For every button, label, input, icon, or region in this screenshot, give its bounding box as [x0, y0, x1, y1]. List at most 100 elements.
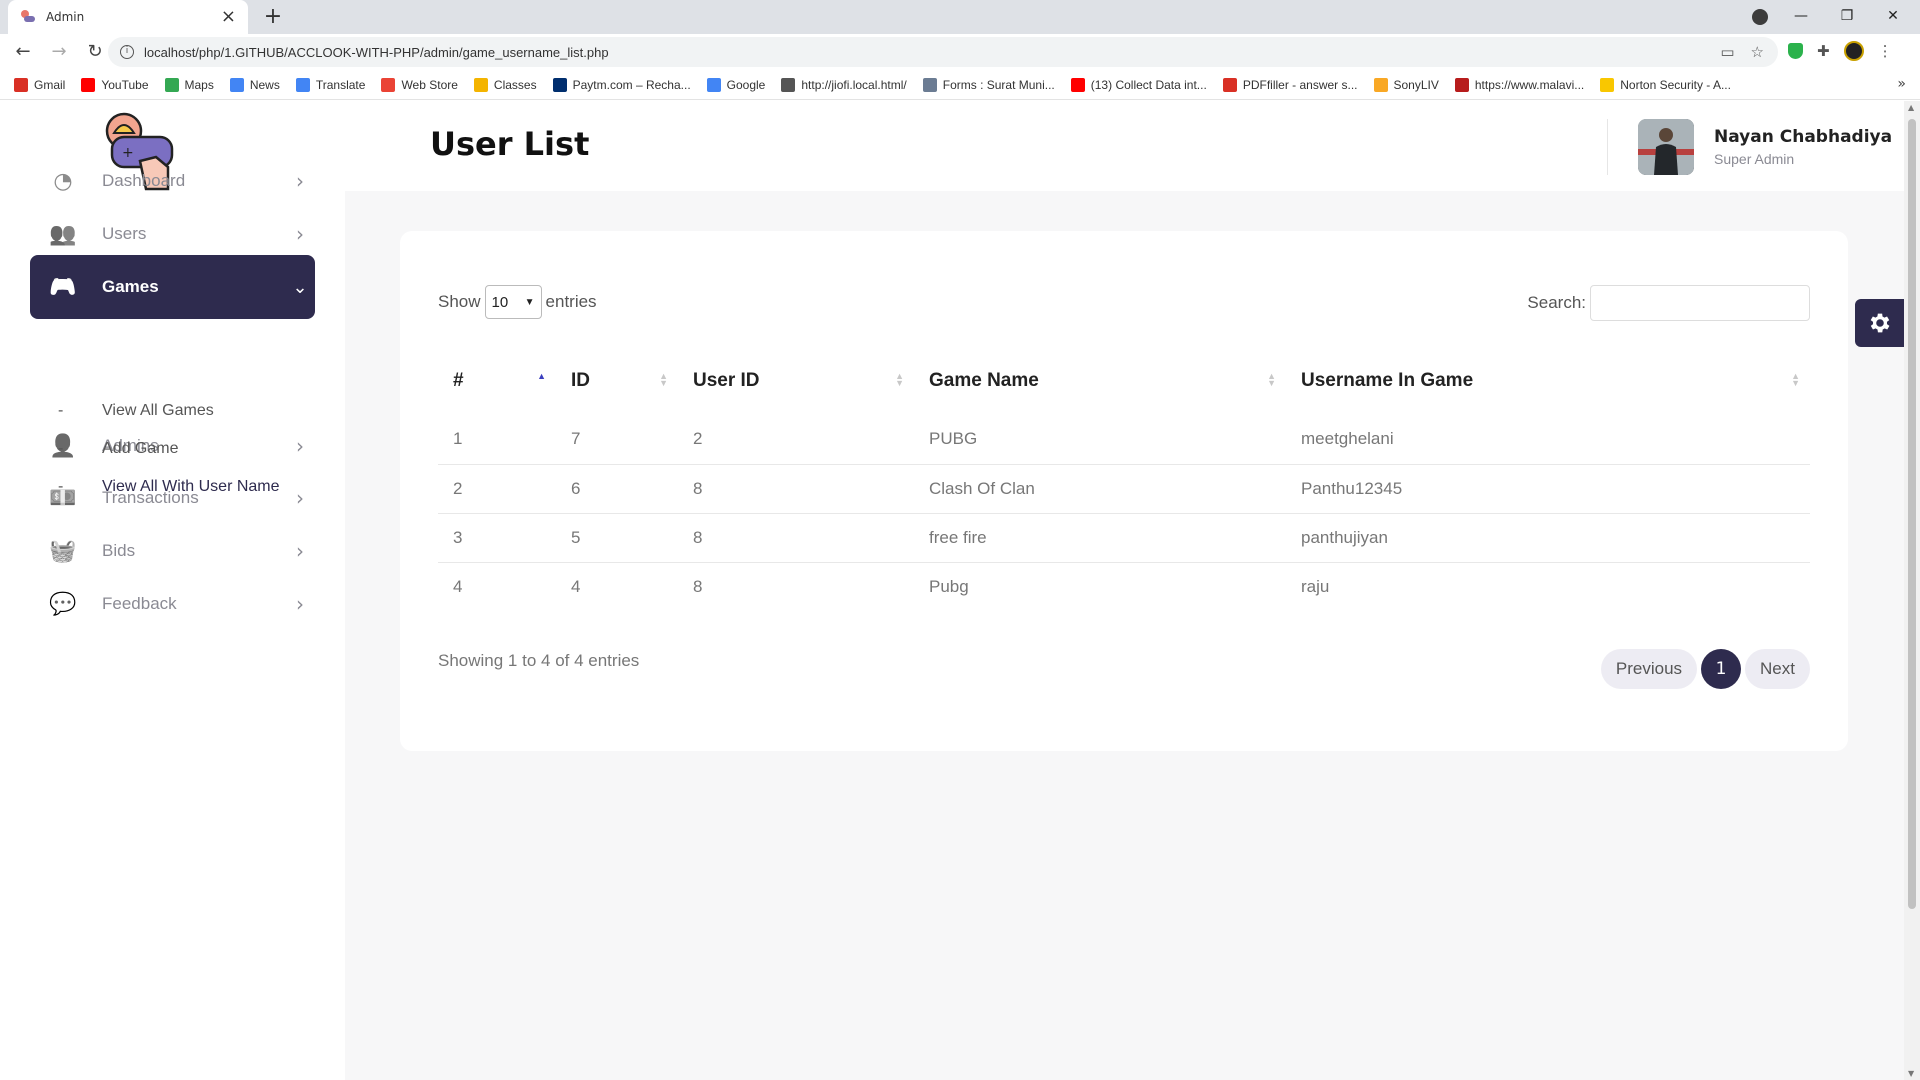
omnibox[interactable]: i localhost/php/1.GITHUB/ACCLOOK-WITH-PH… [108, 37, 1778, 67]
comments-icon: 💬 [49, 591, 77, 617]
bookmark-label: Maps [184, 77, 214, 92]
dash-icon: - [58, 478, 64, 495]
browser-tab-bar: Admin × + — ❐ ✕ [0, 0, 1920, 34]
chevron-down-icon: ⌄ [292, 276, 308, 298]
bookmark-label: Norton Security - A... [1620, 77, 1731, 92]
vertical-scrollbar[interactable]: ▲ ▼ [1904, 101, 1920, 1080]
column-header[interactable]: User ID ▲ ▼ [678, 347, 914, 415]
bookmark-label: PDFfiller - answer s... [1242, 77, 1358, 92]
sidebar-subitem[interactable]: - Add Game [58, 440, 178, 458]
settings-button[interactable] [1855, 299, 1904, 347]
sidebar-subitem[interactable]: - View All Games [58, 402, 214, 420]
extensions-puzzle-icon[interactable]: ✚ [1817, 42, 1830, 60]
bookmark-item[interactable]: Translate [295, 77, 366, 92]
previous-button[interactable]: Previous [1600, 649, 1698, 689]
gamepad-favicon-icon [21, 10, 35, 22]
bookmark-item[interactable]: https://www.malavi... [1454, 77, 1584, 92]
column-header-label: # [453, 370, 464, 391]
site-info-icon[interactable]: i [120, 45, 134, 59]
chevron-right-icon: › [296, 434, 304, 458]
user-avatar[interactable] [1638, 119, 1694, 175]
table-cell: 7 [571, 429, 581, 449]
bookmark-item[interactable]: Gmail [14, 77, 65, 92]
bookmark-item[interactable]: Norton Security - A... [1600, 77, 1731, 92]
tab-close-icon[interactable]: × [221, 8, 236, 26]
table-cell: 8 [678, 512, 914, 562]
bookmark-item[interactable]: Google [706, 77, 766, 92]
scroll-thumb[interactable] [1908, 119, 1916, 909]
column-header[interactable]: Game Name ▲ ▼ [914, 347, 1286, 415]
bookmark-favicon-icon [1373, 77, 1388, 92]
bookmark-label: Google [726, 77, 766, 92]
url-text[interactable]: localhost/php/1.GITHUB/ACCLOOK-WITH-PHP/… [144, 45, 609, 60]
bookmark-favicon-icon [552, 77, 567, 92]
more-bookmarks-icon[interactable]: » [1897, 76, 1906, 92]
bookmark-label: http://jiofi.local.html/ [801, 77, 907, 92]
table-row: 4 4 8 Pubg raju [438, 561, 1810, 611]
bookmark-item[interactable]: PDFfiller - answer s... [1222, 77, 1358, 92]
restore-icon[interactable]: ❐ [1824, 8, 1870, 24]
bookmark-favicon-icon [295, 77, 310, 92]
column-header[interactable]: Username In Game ▲ ▼ [1286, 347, 1810, 415]
next-button[interactable]: Next [1745, 649, 1810, 689]
bookmark-label: SonyLIV [1393, 77, 1439, 92]
sidebar-item-label: Feedback [102, 594, 177, 613]
bookmark-item[interactable]: Web Store [381, 77, 458, 92]
scroll-down-icon[interactable]: ▼ [1908, 1069, 1914, 1078]
data-table: # ▲ ID ▲ ▼ User ID ▲ ▼ Game Name ▲ ▼ Username In Ga… [438, 347, 1810, 611]
shield-extension-icon[interactable] [1788, 43, 1803, 59]
scroll-up-icon[interactable]: ▲ [1908, 103, 1914, 112]
bookmark-item[interactable]: YouTube [81, 77, 149, 92]
bookmark-item[interactable]: Paytm.com – Recha... [552, 77, 691, 92]
bookmark-label: News [249, 77, 280, 92]
bookmark-item[interactable]: News [229, 77, 280, 92]
bookmark-label: Translate [315, 77, 366, 92]
bookmark-item[interactable]: Classes [473, 77, 537, 92]
close-window-icon[interactable]: ✕ [1870, 8, 1916, 24]
back-icon[interactable]: ← [10, 39, 36, 65]
reader-mode-icon[interactable]: ▭ [1720, 43, 1734, 61]
browser-tab[interactable]: Admin × [8, 0, 248, 34]
sidebar-item-games[interactable]: 🎮 Games ⌄ [30, 255, 315, 319]
column-header[interactable]: ID ▲ ▼ [556, 347, 678, 415]
table-header-row: # ▲ ID ▲ ▼ User ID ▲ ▼ Game Name ▲ ▼ Username In Ga… [438, 347, 1810, 415]
bookmark-item[interactable]: http://jiofi.local.html/ [781, 77, 907, 92]
bookmark-favicon-icon [1600, 77, 1615, 92]
minimize-icon[interactable]: — [1778, 8, 1824, 24]
sidebar: + ◔ Dashboard › 👥 Users › 🎮 Games ⌄ 👤 Admins › 💵 Tran… [0, 101, 345, 1080]
browser-menu-icon[interactable]: ⋮ [1878, 42, 1893, 60]
bookmark-item[interactable]: (13) Collect Data int... [1070, 77, 1207, 92]
tab-title: Admin [46, 10, 85, 24]
new-tab-icon[interactable]: + [260, 4, 286, 30]
bookmark-item[interactable]: Forms : Surat Muni... [922, 77, 1055, 92]
sidebar-subitem[interactable]: - View All With User Name [58, 478, 280, 496]
bookmark-label: Paytm.com – Recha... [572, 77, 691, 92]
bookmark-favicon-icon [14, 77, 28, 92]
forward-icon[interactable]: → [46, 39, 72, 65]
page: + ◔ Dashboard › 👥 Users › 🎮 Games ⌄ 👤 Admins › 💵 Tran… [0, 101, 1904, 1080]
profile-avatar-icon[interactable] [1843, 41, 1864, 61]
column-header[interactable]: # ▲ [438, 347, 556, 415]
sidebar-item-label: Bids [102, 541, 136, 560]
gear-icon [1870, 313, 1889, 333]
user-name[interactable]: Nayan Chabhadiya [1714, 127, 1892, 147]
reload-icon[interactable]: ↻ [82, 39, 108, 65]
chevron-right-icon: › [296, 539, 304, 563]
sidebar-item-label: Games [102, 277, 159, 296]
bookmark-label: Web Store [401, 77, 458, 92]
bookmark-star-icon[interactable]: ☆ [1751, 43, 1764, 61]
page-1-button[interactable]: 1 [1701, 649, 1742, 689]
bookmark-item[interactable]: Maps [164, 77, 214, 92]
table-cell: raju [1286, 561, 1810, 611]
search-input[interactable] [1590, 285, 1810, 321]
entries-select[interactable]: 10 ▼ [484, 285, 542, 319]
chevron-right-icon: › [296, 222, 304, 246]
address-bar-row: ← → ↻ i localhost/php/1.GITHUB/ACCLOOK-W… [0, 34, 1920, 70]
tab-search-icon[interactable] [1752, 9, 1768, 25]
table-cell: PUBG [929, 429, 978, 449]
sidebar-item-feedback[interactable]: 💬 Feedback › [30, 572, 315, 636]
bookmarks-bar: Gmail YouTube Maps News Translate Web Store Cl… [0, 70, 1920, 100]
bookmark-item[interactable]: SonyLIV [1373, 77, 1439, 92]
chevron-right-icon: › [296, 169, 304, 193]
show-label: Show [438, 292, 481, 311]
